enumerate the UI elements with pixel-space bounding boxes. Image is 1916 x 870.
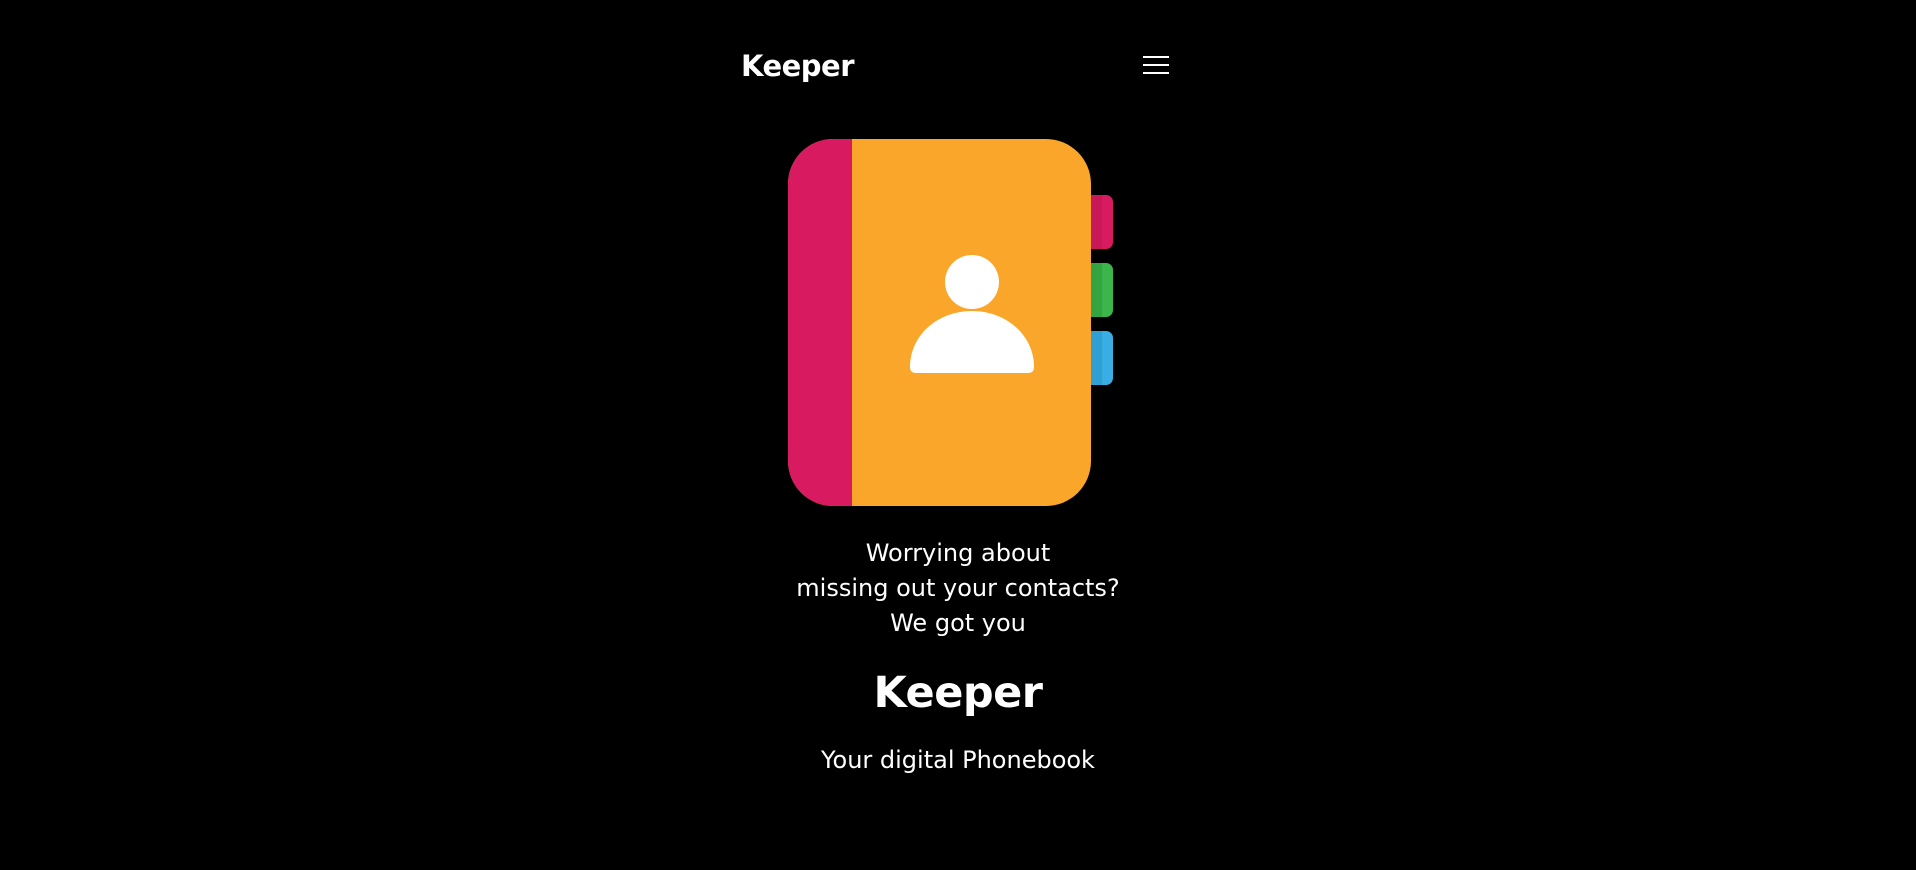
tagline-line: missing out your contacts? [796,574,1120,602]
navbar: Keeper [0,0,1916,130]
landing-page: Keeper Worrying about missing out your c… [0,0,1916,870]
tagline-line: Worrying about [865,539,1051,567]
hero-subtitle: Your digital Phonebook [821,746,1095,774]
hero-title: Keeper [873,668,1043,718]
contact-book-icon [788,139,1125,506]
brand-logo[interactable]: Keeper [741,46,855,86]
book-spine [788,139,852,506]
tagline-line: We got you [890,609,1026,637]
hero-tagline: Worrying about missing out your contacts… [658,536,1258,641]
menu-toggle-button[interactable] [1140,52,1172,78]
